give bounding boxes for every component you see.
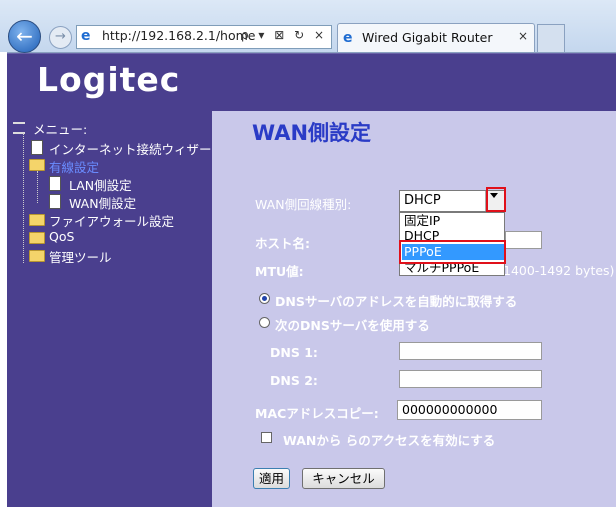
mac-copy-label: MACアドレスコピー: xyxy=(255,406,379,421)
wan-access-label: WANから らのアクセスを有効にする xyxy=(283,433,496,448)
address-tools-icons[interactable]: ρ ▾ ⊠ ↻ × xyxy=(241,28,327,42)
browser-tab[interactable]: e Wired Gigabit Router × xyxy=(337,23,535,52)
folder-open-icon xyxy=(29,159,45,171)
pppoe-highlight-box xyxy=(399,240,506,264)
sidebar-item-qos[interactable]: QoS xyxy=(49,229,74,244)
tab-title: Wired Gigabit Router xyxy=(362,30,493,45)
host-label: ホスト名: xyxy=(255,236,310,251)
back-arrow-icon[interactable]: ← xyxy=(8,20,41,53)
folder-icon xyxy=(29,232,45,244)
cancel-button[interactable]: キャンセル xyxy=(302,468,385,489)
menu-title: メニュー: xyxy=(33,122,88,137)
tab-close-icon[interactable]: × xyxy=(518,29,528,43)
logitec-logo: Logitec xyxy=(37,60,181,99)
arrow-highlight-box xyxy=(486,187,506,212)
page-title: WAN側設定 xyxy=(252,121,372,145)
dns2-label: DNS 2: xyxy=(270,373,318,388)
sidebar-item-wired[interactable]: 有線設定 xyxy=(49,157,99,176)
dns-auto-radio[interactable] xyxy=(259,293,270,304)
window-edge xyxy=(0,52,7,507)
wan-access-checkbox[interactable] xyxy=(261,432,272,443)
host-input[interactable] xyxy=(505,231,542,249)
mtu-hint: 1400-1492 bytes) xyxy=(503,263,615,278)
browser-toolbar: ← → e http://192.168.2.1/home ρ ▾ ⊠ ↻ × … xyxy=(0,0,616,53)
forward-arrow-icon[interactable]: → xyxy=(49,26,72,49)
sidebar-item-admin[interactable]: 管理ツール xyxy=(49,247,112,266)
folder-icon xyxy=(29,250,45,262)
folder-icon xyxy=(29,214,45,226)
sidebar-item-wizard[interactable]: インターネット接続ウィザード xyxy=(49,139,224,158)
page-header: Logitec xyxy=(7,53,616,112)
dns2-input[interactable] xyxy=(399,370,542,388)
mac-input[interactable]: 000000000000 xyxy=(397,400,542,420)
sidebar-item-firewall[interactable]: ファイアウォール設定 xyxy=(49,211,174,230)
ie-tab-icon: e xyxy=(343,30,353,46)
tree-line xyxy=(23,133,24,263)
address-bar[interactable]: e http://192.168.2.1/home ρ ▾ ⊠ ↻ × xyxy=(76,25,332,49)
option-static-ip[interactable]: 固定IP xyxy=(402,213,504,229)
tree-line xyxy=(37,171,38,203)
dns-auto-label: DNSサーバのアドレスを自動的に取得する xyxy=(275,294,518,309)
mtu-label: MTU値: xyxy=(255,264,304,279)
apply-button[interactable]: 適用 xyxy=(253,468,290,489)
dns-manual-label: 次のDNSサーバを使用する xyxy=(275,318,430,333)
dns1-label: DNS 1: xyxy=(270,345,318,360)
wan-type-value: DHCP xyxy=(404,193,441,208)
sidebar-item-wan[interactable]: WAN側設定 xyxy=(69,193,136,212)
dns1-input[interactable] xyxy=(399,342,542,360)
new-tab-button[interactable] xyxy=(537,24,565,52)
address-url[interactable]: http://192.168.2.1/home xyxy=(102,28,262,43)
document-icon xyxy=(49,194,61,209)
document-icon xyxy=(49,176,61,191)
ie-page-icon: e xyxy=(81,28,91,44)
dns-manual-radio[interactable] xyxy=(259,317,270,328)
sidebar-menu: メニュー: インターネット接続ウィザード 有線設定 LAN側設定 WAN側設定 … xyxy=(7,111,224,507)
sidebar-item-lan[interactable]: LAN側設定 xyxy=(69,175,132,194)
chevron-down-icon[interactable] xyxy=(490,193,498,198)
wan-type-label: WAN側回線種別: xyxy=(255,197,352,212)
document-icon xyxy=(31,140,43,155)
